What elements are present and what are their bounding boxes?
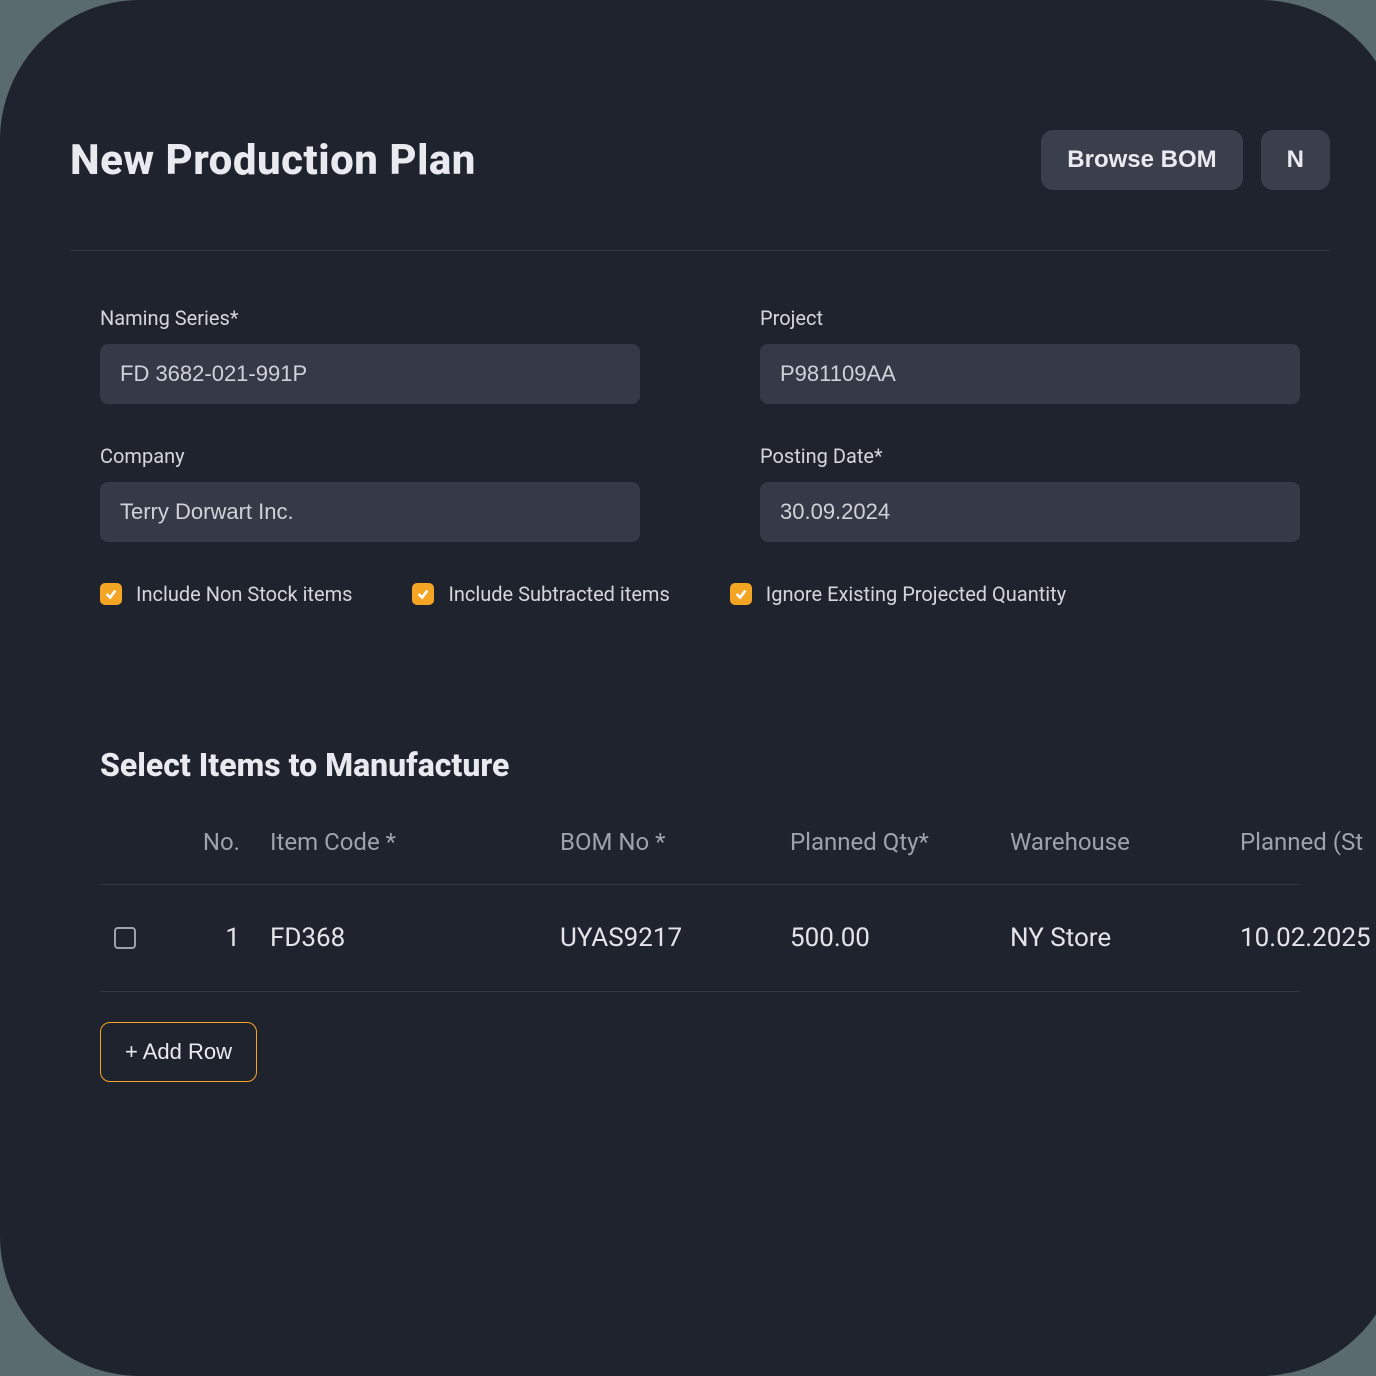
- company-input[interactable]: [100, 482, 640, 542]
- naming-series-input[interactable]: [100, 344, 640, 404]
- cell-no: 1: [170, 923, 260, 953]
- check-icon: [412, 583, 434, 605]
- items-section-title: Select Items to Manufacture: [70, 746, 1330, 784]
- production-plan-card: New Production Plan Browse BOM N Naming …: [0, 0, 1376, 1376]
- cell-item-code: FD368: [270, 923, 550, 953]
- include-subtracted-label: Include Subtracted items: [448, 582, 669, 606]
- ignore-projected-label: Ignore Existing Projected Quantity: [766, 582, 1066, 606]
- project-field: Project: [760, 306, 1300, 404]
- posting-date-input[interactable]: [760, 482, 1300, 542]
- posting-date-field: Posting Date*: [760, 444, 1300, 542]
- page-title: New Production Plan: [70, 136, 476, 185]
- project-input[interactable]: [760, 344, 1300, 404]
- include-non-stock-label: Include Non Stock items: [136, 582, 352, 606]
- posting-date-label: Posting Date*: [760, 444, 1300, 468]
- naming-series-field: Naming Series*: [100, 306, 640, 404]
- col-planned-start: Planned (St: [1240, 828, 1376, 856]
- next-button[interactable]: N: [1261, 130, 1330, 190]
- col-warehouse: Warehouse: [1010, 828, 1230, 856]
- include-non-stock-checkbox[interactable]: Include Non Stock items: [100, 582, 352, 606]
- header-actions: Browse BOM N: [1041, 130, 1330, 190]
- table-row[interactable]: 1 FD368 UYAS9217 500.00 NY Store 10.02.2…: [100, 885, 1300, 992]
- col-planned-qty: Planned Qty*: [790, 828, 1000, 856]
- naming-series-label: Naming Series*: [100, 306, 640, 330]
- ignore-projected-checkbox[interactable]: Ignore Existing Projected Quantity: [730, 582, 1066, 606]
- company-field: Company: [100, 444, 640, 542]
- cell-planned-qty: 500.00: [790, 923, 1000, 953]
- browse-bom-button[interactable]: Browse BOM: [1041, 130, 1242, 190]
- table-header: No. Item Code * BOM No * Planned Qty* Wa…: [100, 814, 1300, 885]
- include-subtracted-checkbox[interactable]: Include Subtracted items: [412, 582, 669, 606]
- form-area: Naming Series* Project Company Posting D…: [70, 251, 1330, 606]
- add-row-button[interactable]: + Add Row: [100, 1022, 257, 1082]
- check-icon: [100, 583, 122, 605]
- col-bom-no: BOM No *: [560, 828, 780, 856]
- col-item-code: Item Code *: [270, 828, 550, 856]
- row-checkbox[interactable]: [114, 927, 136, 949]
- check-icon: [730, 583, 752, 605]
- cell-warehouse: NY Store: [1010, 923, 1230, 953]
- header: New Production Plan Browse BOM N: [70, 130, 1330, 251]
- company-label: Company: [100, 444, 640, 468]
- project-label: Project: [760, 306, 1300, 330]
- checkbox-row: Include Non Stock items Include Subtract…: [100, 582, 1300, 606]
- cell-planned-start: 10.02.2025: [1240, 923, 1376, 953]
- col-no: No.: [170, 828, 260, 856]
- items-table: No. Item Code * BOM No * Planned Qty* Wa…: [70, 814, 1330, 992]
- cell-bom-no: UYAS9217: [560, 923, 780, 953]
